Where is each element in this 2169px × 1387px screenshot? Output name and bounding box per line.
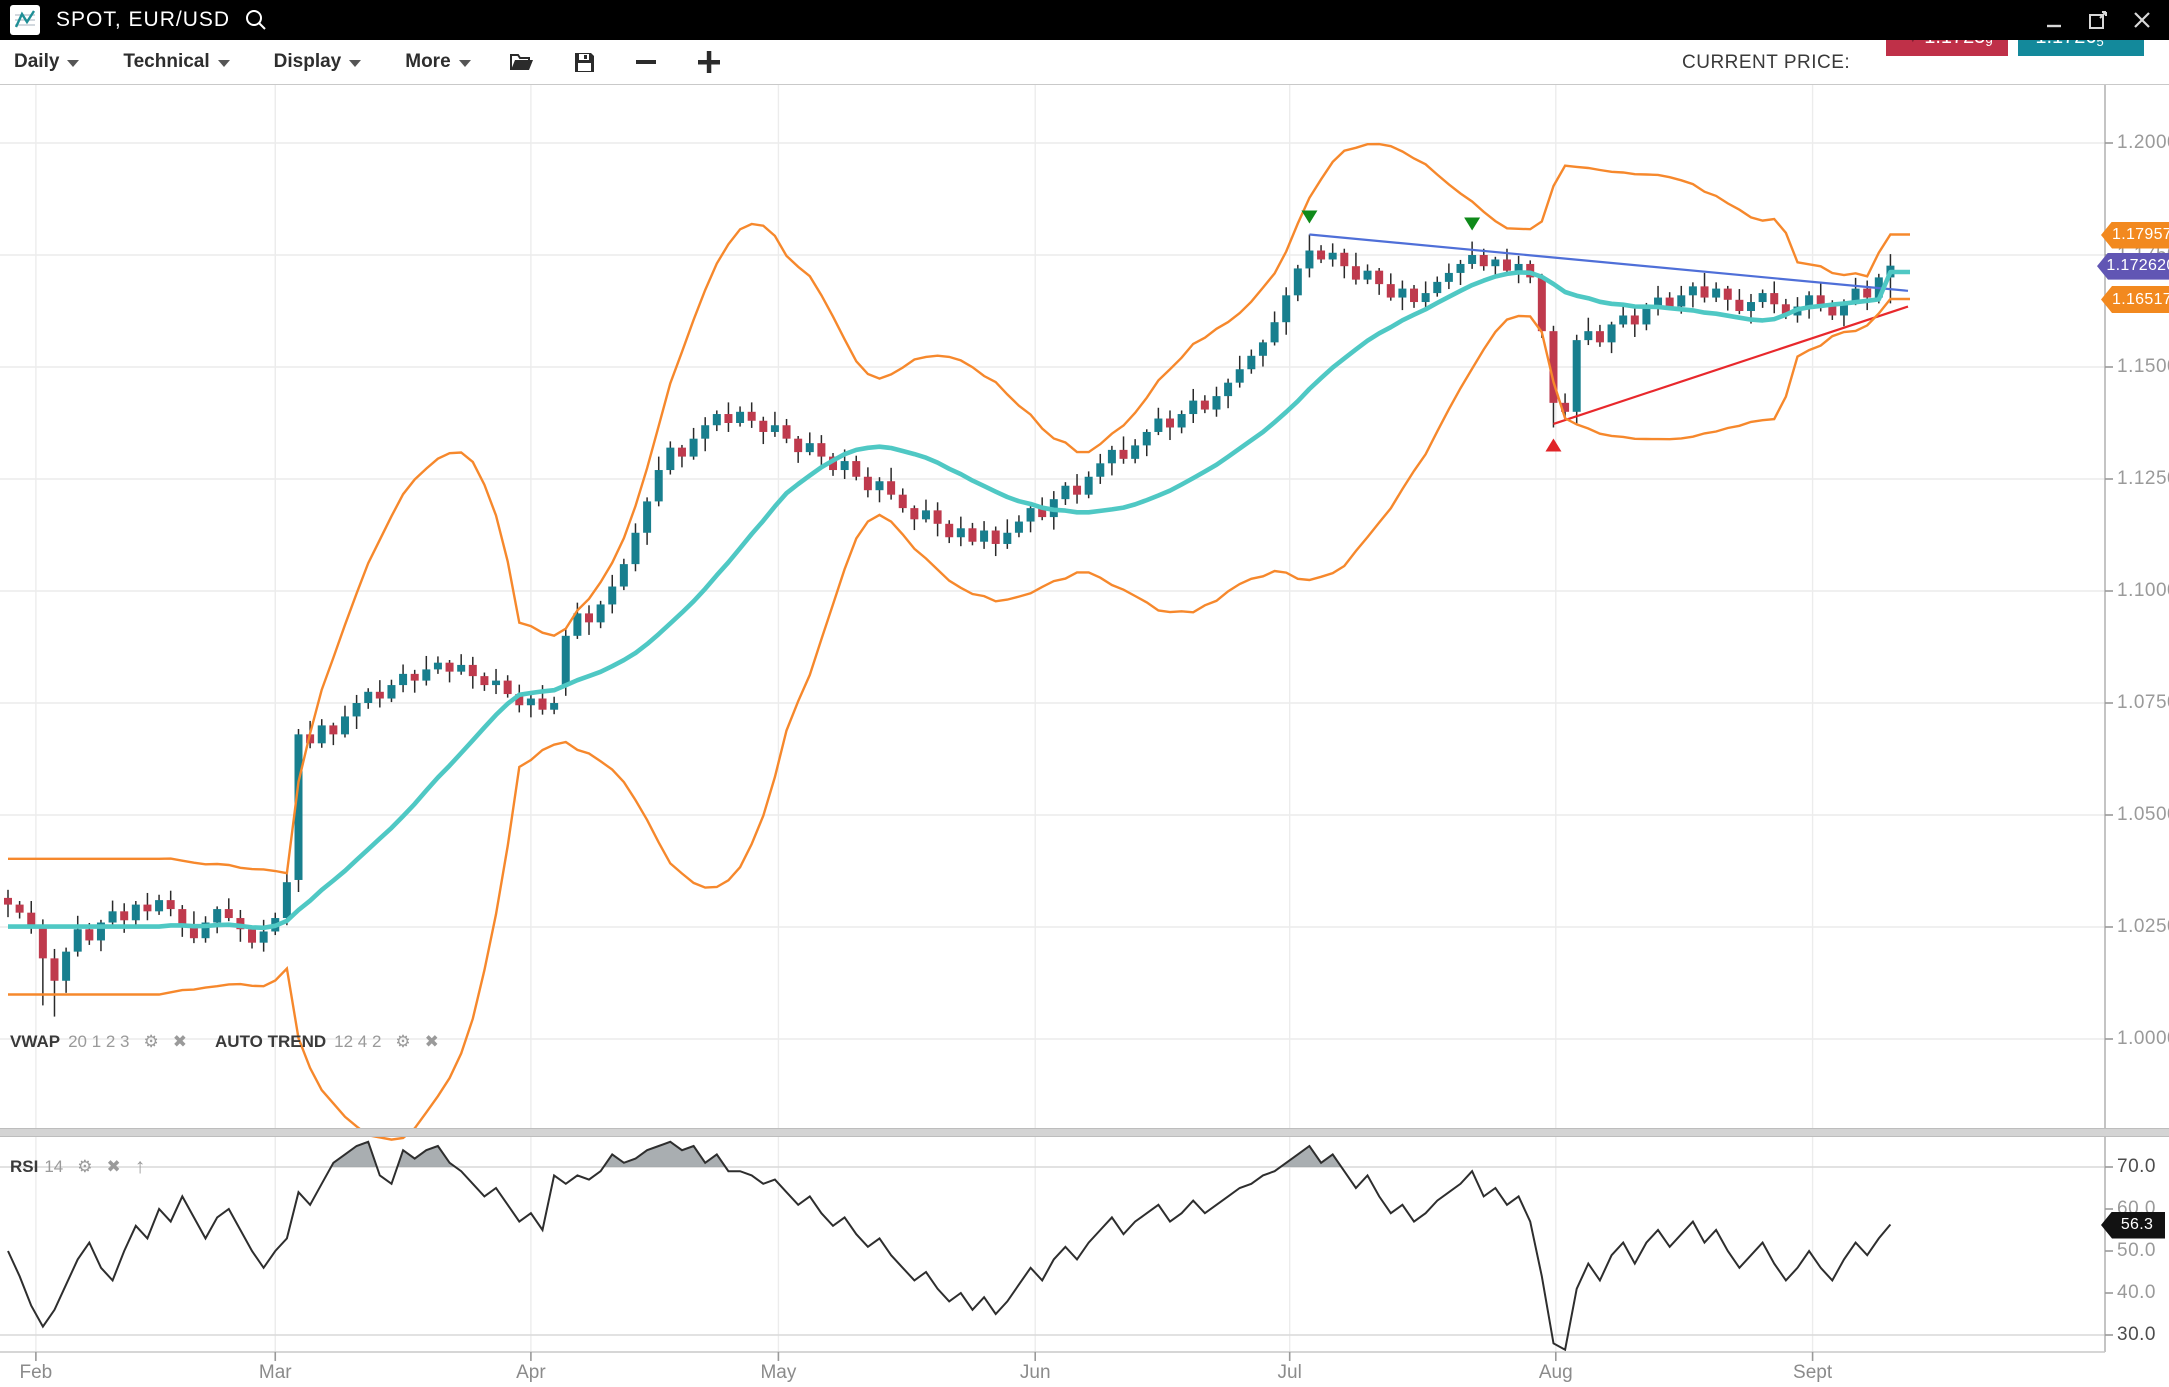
autotrend-indicator-label: AUTO TREND bbox=[215, 1032, 326, 1052]
zoom-in-icon[interactable] bbox=[696, 49, 722, 75]
gear-icon[interactable]: ⚙ bbox=[144, 1032, 159, 1052]
menu-daily[interactable]: Daily bbox=[14, 51, 79, 73]
menu-technical[interactable]: Technical bbox=[123, 51, 229, 73]
gear-icon[interactable]: ⚙ bbox=[77, 1157, 92, 1177]
close-icon[interactable]: ✖ bbox=[107, 1157, 121, 1177]
window-title: SPOT, EUR/USD bbox=[56, 8, 230, 32]
window-controls bbox=[2043, 0, 2153, 40]
search-icon[interactable] bbox=[244, 8, 268, 32]
gear-icon[interactable]: ⚙ bbox=[395, 1032, 410, 1052]
menu-display[interactable]: Display bbox=[274, 51, 362, 73]
chevron-down-icon bbox=[218, 60, 230, 67]
panel-separator[interactable] bbox=[0, 1128, 2169, 1137]
chevron-down-icon bbox=[67, 60, 79, 67]
save-icon[interactable] bbox=[573, 51, 596, 74]
popout-icon[interactable] bbox=[2087, 9, 2109, 31]
indicator-row-main: VWAP 20 1 2 3 ⚙ ✖ AUTO TREND 12 4 2 ⚙ ✖ bbox=[10, 1032, 439, 1052]
chevron-down-icon bbox=[459, 60, 471, 67]
zoom-out-icon[interactable] bbox=[634, 50, 658, 74]
rsi-indicator-label: RSI bbox=[10, 1157, 38, 1177]
move-panel-up-icon[interactable]: ↑ bbox=[135, 1155, 146, 1179]
close-icon[interactable]: ✖ bbox=[425, 1032, 439, 1052]
minimize-button[interactable] bbox=[2043, 9, 2065, 31]
close-icon[interactable] bbox=[2131, 9, 2153, 31]
indicator-row-rsi: RSI 14 ⚙ ✖ ↑ bbox=[10, 1155, 145, 1179]
app-logo-icon bbox=[10, 5, 40, 35]
chevron-down-icon bbox=[349, 60, 361, 67]
price-chart-canvas[interactable] bbox=[0, 0, 2169, 1387]
vwap-indicator-label: VWAP bbox=[10, 1032, 60, 1052]
menu-more[interactable]: More bbox=[405, 51, 470, 73]
close-icon[interactable]: ✖ bbox=[173, 1032, 187, 1052]
window-titlebar: SPOT, EUR/USD bbox=[0, 0, 2169, 40]
open-folder-icon[interactable] bbox=[509, 51, 535, 73]
chart-toolbar: Daily Technical Display More C bbox=[0, 40, 2169, 85]
current-price-label: CURRENT PRICE: bbox=[1682, 52, 1850, 74]
